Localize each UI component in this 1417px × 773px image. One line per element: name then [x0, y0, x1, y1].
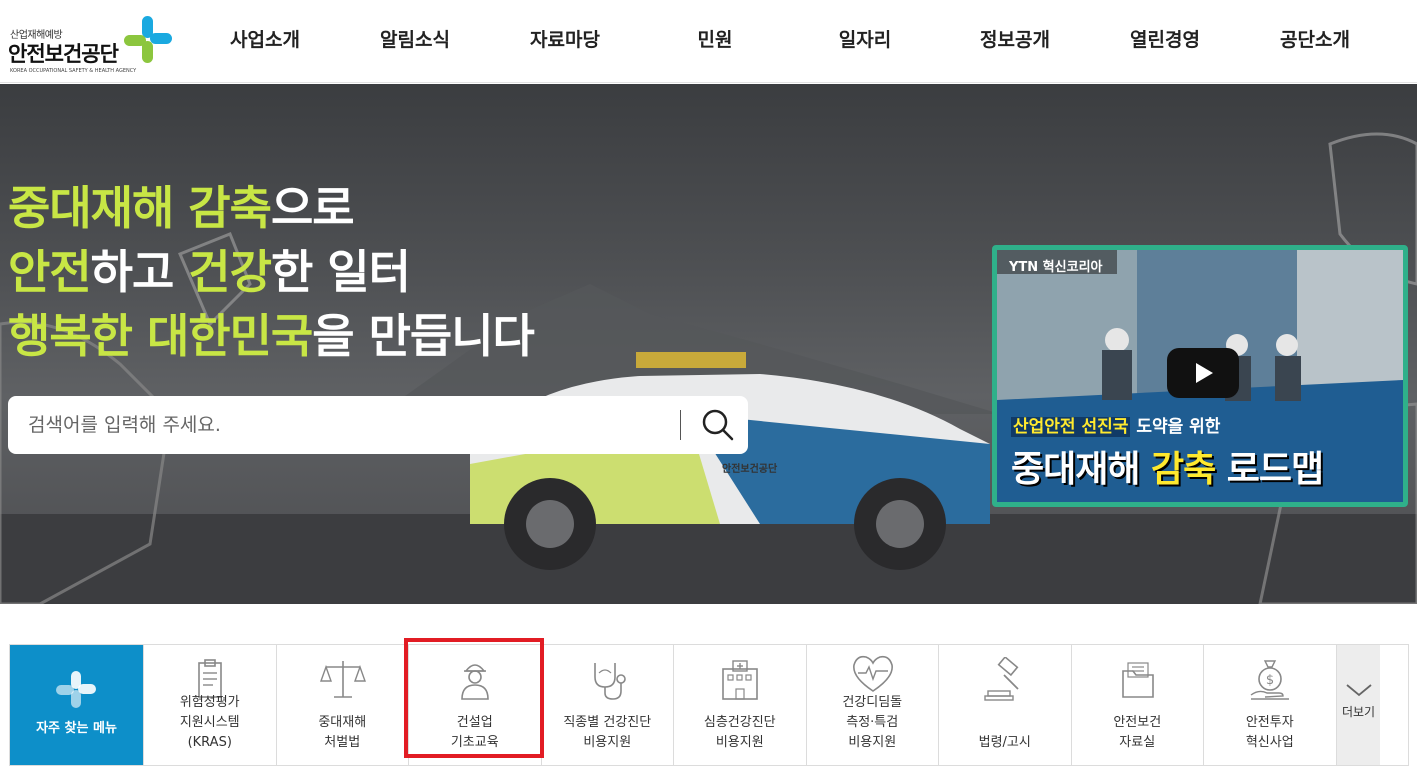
label-line: 기초교육 — [450, 735, 499, 750]
video-caption2-highlight: 감축 — [1151, 449, 1216, 490]
main-nav: 사업소개 알림소식 자료마당 민원 일자리 정보공개 열린경영 공단소개 — [190, 0, 1417, 83]
nav-item-about[interactable]: 공단소개 — [1240, 0, 1390, 83]
nav-item-management[interactable]: 열린경영 — [1090, 0, 1240, 83]
logo-english: KOREA OCCUPATIONAL SAFETY & HEALTH AGENC… — [10, 68, 137, 74]
car-decal-text: 안전보건공단 — [722, 464, 778, 475]
label-line: 자료실 — [1119, 735, 1156, 750]
nav-item-business[interactable]: 사업소개 — [190, 0, 340, 83]
hero-line1-highlight: 중대재해 감축 — [8, 181, 272, 235]
quick-item-label: 건설업 기초교육 — [409, 713, 541, 753]
label-line: 비용지원 — [715, 735, 764, 750]
quick-item-safety-investment[interactable]: $ 안전투자 혁신사업 — [1203, 645, 1336, 765]
label-line: 지원시스템 — [179, 715, 240, 730]
gavel-icon — [984, 657, 1019, 701]
hospital-icon — [722, 660, 758, 700]
nav-item-civil[interactable]: 민원 — [640, 0, 790, 83]
heart-pulse-icon — [852, 655, 893, 692]
quick-item-serious-accident-law[interactable]: 중대재해 처벌법 — [275, 645, 409, 765]
hero-line2-highlight1: 안전 — [8, 245, 92, 299]
svg-text:$: $ — [1266, 673, 1274, 688]
site-header: 산업재해예방 안전보건공단 KOREA OCCUPATIONAL SAFETY … — [0, 0, 1417, 83]
quick-item-label: 직종별 건강진단 비용지원 — [542, 713, 674, 753]
label-line: (KRAS) — [187, 735, 232, 750]
quick-item-construction-education[interactable]: 건설업 기초교육 — [408, 645, 541, 765]
label-line: 비용지원 — [583, 735, 632, 750]
more-button[interactable]: 더보기 — [1335, 645, 1380, 765]
quick-item-occupation-health-exam[interactable]: 직종별 건강진단 비용지원 — [540, 645, 674, 765]
hero-line3-rest: 을 만듭니다 — [312, 309, 535, 363]
quick-item-safety-library[interactable]: 안전보건 자료실 — [1070, 645, 1204, 765]
video-thumbnail[interactable]: YTN 혁신코리아 산업안전 선진국 도약을 위한 중대재해 감축 로드맵 — [992, 245, 1408, 507]
chevron-down-icon — [1345, 684, 1372, 697]
label-line: 비용지원 — [848, 735, 897, 750]
site-logo[interactable]: 산업재해예방 안전보건공단 KOREA OCCUPATIONAL SAFETY … — [8, 12, 178, 76]
nav-item-jobs[interactable]: 일자리 — [790, 0, 940, 83]
quick-menu-cross-icon — [56, 671, 96, 708]
quick-menu: 자주 찾는 메뉴 위험성평가 지원시스템 (KRAS) 중대재해 처벌법 건설업… — [9, 644, 1409, 766]
label-line: 안전투자 — [1245, 715, 1294, 730]
nav-item-news[interactable]: 알림소식 — [340, 0, 490, 83]
search-bar — [8, 396, 748, 454]
folder-icon — [1121, 662, 1154, 698]
quick-menu-title: 자주 찾는 메뉴 — [36, 721, 117, 736]
label-line: 법령/고시 — [978, 735, 1031, 750]
video-caption1-highlight: 산업안전 선진국 — [1011, 417, 1131, 437]
quick-item-label: 심층건강진단 비용지원 — [674, 713, 806, 753]
video-caption-line2: 중대재해 감축 로드맵 — [1011, 440, 1324, 492]
video-channel-label: YTN 혁신코리아 — [1009, 260, 1103, 275]
hero-line3-highlight: 행복한 대한민국 — [8, 309, 313, 363]
video-caption2-a: 중대재해 — [1011, 449, 1152, 490]
quick-item-label: 법령/고시 — [939, 733, 1071, 753]
stethoscope-icon — [593, 663, 626, 700]
logo-title: 안전보건공단 — [8, 42, 119, 66]
quick-item-label: 안전보건 자료실 — [1072, 713, 1204, 753]
worker-icon — [461, 664, 489, 700]
nav-item-disclosure[interactable]: 정보공개 — [940, 0, 1090, 83]
quick-item-label: 건강디딤돌 측정·특검 비용지원 — [807, 693, 939, 753]
nav-item-resources[interactable]: 자료마당 — [490, 0, 640, 83]
quick-item-kras[interactable]: 위험성평가 지원시스템 (KRAS) — [143, 645, 276, 765]
label-line: 안전보건 — [1113, 715, 1162, 730]
hero-line2-highlight2: 건강 — [188, 245, 272, 299]
hero-banner: 안전보건공단 중대재해 감축으로 안전하고 건강한 일터 행복한 대한민국을 만… — [0, 84, 1417, 604]
label-line: 중대재해 — [318, 715, 367, 730]
quick-item-label: 위험성평가 지원시스템 (KRAS) — [144, 693, 276, 753]
hero-line2-rest: 한 일터 — [270, 245, 411, 299]
video-caption1-rest: 도약을 위한 — [1130, 417, 1221, 437]
hero-line1-rest: 으로 — [270, 181, 355, 235]
quick-item-deep-health-exam[interactable]: 심층건강진단 비용지원 — [673, 645, 806, 765]
quick-item-laws-notices[interactable]: 법령/고시 — [938, 645, 1071, 765]
scale-icon — [319, 661, 366, 698]
hero-headline: 중대재해 감축으로 안전하고 건강한 일터 행복한 대한민국을 만듭니다 — [8, 176, 535, 368]
search-icon[interactable] — [698, 406, 738, 444]
more-label: 더보기 — [1341, 705, 1376, 719]
video-caption2-b: 로드맵 — [1215, 449, 1324, 490]
label-line: 위험성평가 — [179, 695, 240, 710]
search-input[interactable] — [28, 408, 668, 442]
video-caption-line1: 산업안전 선진국 도약을 위한 — [1011, 412, 1220, 437]
quick-item-label: 중대재해 처벌법 — [277, 713, 409, 753]
label-line: 심층건강진단 — [703, 715, 776, 730]
label-line: 처벌법 — [324, 735, 361, 750]
quick-item-label: 안전투자 혁신사업 — [1204, 713, 1336, 753]
search-divider — [680, 410, 681, 440]
money-bag-icon: $ — [1250, 660, 1289, 700]
play-icon[interactable] — [1167, 348, 1239, 398]
hero-line2-mid: 하고 — [90, 245, 189, 299]
label-line: 건강디딤돌 — [842, 695, 903, 710]
quick-item-health-stepping-stone[interactable]: 건강디딤돌 측정·특검 비용지원 — [805, 645, 939, 765]
label-line: 직종별 건강진단 — [563, 715, 652, 730]
quick-menu-header: 자주 찾는 메뉴 — [10, 645, 143, 765]
label-line: 건설업 — [456, 715, 493, 730]
label-line: 혁신사업 — [1245, 735, 1294, 750]
label-line: 측정·특검 — [846, 715, 899, 730]
logo-cross-icon — [124, 16, 172, 63]
